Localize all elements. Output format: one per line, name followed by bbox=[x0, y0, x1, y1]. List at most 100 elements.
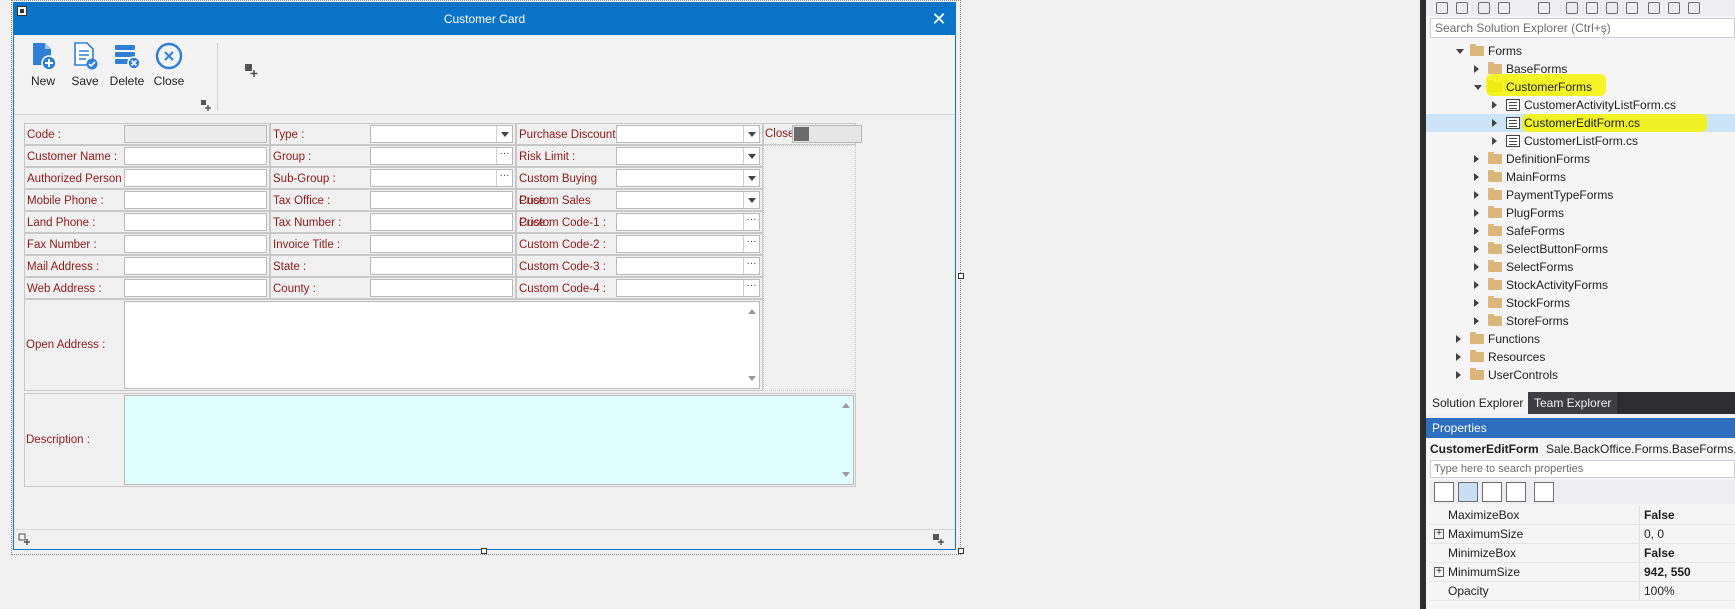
property-row[interactable]: Opacity 100% bbox=[1430, 582, 1735, 601]
tree-item[interactable]: DefinitionForms bbox=[1426, 150, 1735, 168]
refresh-icon[interactable] bbox=[1586, 2, 1598, 14]
field-input[interactable] bbox=[124, 125, 267, 143]
switch-views-icon[interactable] bbox=[1498, 2, 1510, 14]
field-input[interactable] bbox=[370, 125, 513, 143]
home-icon[interactable] bbox=[1478, 2, 1490, 14]
collapsed-triangle-icon[interactable] bbox=[1474, 281, 1479, 289]
collapsed-triangle-icon[interactable] bbox=[1474, 65, 1479, 73]
categorized-icon[interactable] bbox=[1434, 482, 1454, 502]
wrench-icon[interactable] bbox=[1534, 482, 1554, 502]
open-address-textarea[interactable] bbox=[124, 301, 760, 389]
property-value[interactable]: False bbox=[1644, 544, 1675, 563]
alphabetical-icon[interactable] bbox=[1458, 482, 1478, 502]
expand-plus-icon[interactable]: + bbox=[1434, 529, 1444, 539]
scroll-down-icon[interactable] bbox=[748, 376, 756, 385]
field-input[interactable] bbox=[370, 257, 513, 275]
property-value[interactable]: 100% bbox=[1644, 582, 1675, 601]
collapsed-triangle-icon[interactable] bbox=[1456, 353, 1461, 361]
field-input[interactable] bbox=[616, 191, 760, 209]
memo-scrollbar[interactable] bbox=[839, 396, 853, 484]
history-icon[interactable] bbox=[1538, 2, 1550, 14]
close-button[interactable]: Close bbox=[148, 41, 190, 97]
customer-card-form[interactable]: Customer Card ✕ New Save Delete Close Co… bbox=[13, 2, 956, 550]
ellipsis-button[interactable]: ··· bbox=[743, 280, 759, 296]
scroll-up-icon[interactable] bbox=[748, 305, 756, 314]
forward-icon[interactable] bbox=[1456, 2, 1468, 14]
collapsed-triangle-icon[interactable] bbox=[1474, 227, 1479, 235]
tree-item[interactable]: PlugForms bbox=[1426, 204, 1735, 222]
property-row[interactable]: + MinimumSize 942, 550 bbox=[1430, 563, 1735, 582]
ellipsis-button[interactable]: ··· bbox=[743, 214, 759, 230]
back-icon[interactable] bbox=[1436, 2, 1448, 14]
collapsed-triangle-icon[interactable] bbox=[1492, 101, 1497, 109]
tree-item[interactable]: CustomerForms bbox=[1426, 74, 1735, 96]
tree-item[interactable]: StockActivityForms bbox=[1426, 276, 1735, 294]
field-input[interactable] bbox=[616, 147, 760, 165]
dropdown-arrow-icon[interactable] bbox=[743, 192, 759, 208]
collapsed-triangle-icon[interactable] bbox=[1474, 263, 1479, 271]
preview-icon[interactable] bbox=[1688, 2, 1700, 14]
resize-handle-right[interactable] bbox=[958, 273, 964, 279]
tree-item[interactable]: SafeForms bbox=[1426, 222, 1735, 240]
tree-item[interactable]: Functions bbox=[1426, 330, 1735, 348]
tree-item[interactable]: StoreForms bbox=[1426, 312, 1735, 330]
field-input[interactable]: ··· bbox=[616, 279, 760, 297]
field-input[interactable] bbox=[370, 213, 513, 231]
field-input[interactable] bbox=[370, 235, 513, 253]
ellipsis-button[interactable]: ··· bbox=[496, 148, 512, 164]
field-input[interactable] bbox=[616, 169, 760, 187]
field-input[interactable] bbox=[124, 191, 267, 209]
collapse-all-icon[interactable] bbox=[1606, 2, 1618, 14]
collapsed-triangle-icon[interactable] bbox=[1474, 245, 1479, 253]
ribbon-expand-icon[interactable] bbox=[200, 99, 212, 111]
property-row[interactable]: MinimizeBox False bbox=[1430, 544, 1735, 563]
field-input[interactable] bbox=[124, 235, 267, 253]
ellipsis-button[interactable]: ··· bbox=[743, 258, 759, 274]
tree-item[interactable]: UserControls bbox=[1426, 366, 1735, 384]
dropdown-arrow-icon[interactable] bbox=[743, 126, 759, 142]
tree-item[interactable]: CustomerListForm.cs bbox=[1426, 132, 1735, 150]
property-value[interactable]: 0, 0 bbox=[1644, 525, 1664, 544]
collapsed-triangle-icon[interactable] bbox=[1474, 299, 1479, 307]
properties-wrench-icon[interactable] bbox=[1668, 2, 1680, 14]
collapsed-triangle-icon[interactable] bbox=[1474, 209, 1479, 217]
dropdown-arrow-icon[interactable] bbox=[743, 148, 759, 164]
property-value[interactable]: False bbox=[1644, 506, 1675, 525]
property-value[interactable]: 942, 550 bbox=[1644, 563, 1691, 582]
collapsed-triangle-icon[interactable] bbox=[1492, 137, 1497, 145]
new-button[interactable]: New bbox=[22, 41, 64, 97]
solution-search-input[interactable]: Search Solution Explorer (Ctrl+ş) bbox=[1430, 18, 1735, 38]
collapsed-triangle-icon[interactable] bbox=[1492, 119, 1497, 127]
scroll-down-icon[interactable] bbox=[842, 472, 850, 481]
ellipsis-button[interactable]: ··· bbox=[743, 236, 759, 252]
field-input[interactable] bbox=[370, 191, 513, 209]
collapsed-triangle-icon[interactable] bbox=[1474, 173, 1479, 181]
resize-handle-bottom[interactable] bbox=[481, 548, 487, 554]
tree-item[interactable]: SelectButtonForms bbox=[1426, 240, 1735, 258]
close-toggle-switch[interactable] bbox=[792, 125, 862, 143]
description-textarea[interactable] bbox=[124, 395, 854, 485]
field-input[interactable]: ··· bbox=[616, 213, 760, 231]
view-code-icon[interactable] bbox=[1648, 2, 1660, 14]
scroll-up-icon[interactable] bbox=[842, 399, 850, 408]
form-close-icon[interactable]: ✕ bbox=[929, 9, 949, 29]
field-input[interactable]: ··· bbox=[616, 235, 760, 253]
tree-item[interactable]: CustomerActivityListForm.cs bbox=[1426, 96, 1735, 114]
tree-item[interactable]: Resources bbox=[1426, 348, 1735, 366]
expanded-triangle-icon[interactable] bbox=[1456, 49, 1464, 54]
show-all-files-icon[interactable] bbox=[1626, 2, 1638, 14]
save-button[interactable]: Save bbox=[64, 41, 106, 97]
toggle-knob[interactable] bbox=[794, 127, 809, 141]
field-input[interactable]: ··· bbox=[370, 147, 513, 165]
resize-handle-corner[interactable] bbox=[958, 548, 964, 554]
tree-item[interactable]: CustomerEditForm.cs bbox=[1426, 114, 1735, 132]
collapsed-triangle-icon[interactable] bbox=[1474, 317, 1479, 325]
sync-icon[interactable] bbox=[1566, 2, 1578, 14]
field-input[interactable] bbox=[124, 257, 267, 275]
field-input[interactable] bbox=[124, 147, 267, 165]
property-row[interactable]: MaximizeBox False bbox=[1430, 506, 1735, 525]
collapsed-triangle-icon[interactable] bbox=[1456, 371, 1461, 379]
tree-item[interactable]: SelectForms bbox=[1426, 258, 1735, 276]
delete-button[interactable]: Delete bbox=[106, 41, 148, 97]
ellipsis-button[interactable]: ··· bbox=[496, 170, 512, 186]
